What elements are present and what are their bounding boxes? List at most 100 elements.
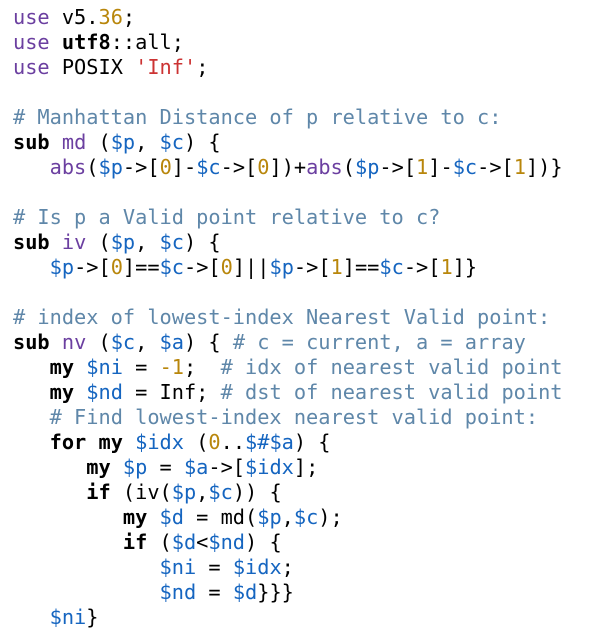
- pragma-token: use: [13, 5, 50, 29]
- code-line: for my $idx (0..$#$a) {: [13, 430, 563, 455]
- variable-token: $c: [208, 480, 233, 504]
- plain-token: (: [183, 430, 209, 454]
- number-token: 0: [257, 155, 270, 179]
- variable-token: $c: [293, 505, 319, 529]
- code-line: # index of lowest-index Nearest Valid po…: [13, 305, 563, 330]
- plain-token: ;: [122, 5, 136, 29]
- variable-token: $c: [110, 330, 136, 354]
- plain-token: ,: [135, 130, 160, 154]
- plain-token: ) {: [183, 330, 233, 354]
- plain-token: ..: [220, 430, 246, 454]
- plain-token: }}}: [257, 580, 294, 604]
- plain-token: ->[: [379, 155, 417, 179]
- variable-token: $p: [269, 255, 294, 279]
- comment-token: # Manhattan Distance of p relative to c:: [13, 105, 502, 129]
- pragma-token: use: [13, 55, 50, 79]
- variable-token: $c: [159, 255, 184, 279]
- plain-token: ;: [281, 555, 294, 579]
- plain-token: ,: [135, 230, 160, 254]
- plain-token: =: [196, 555, 233, 579]
- number-token: 0: [159, 155, 172, 179]
- keyword-token: sub: [13, 130, 50, 154]
- variable-token: $a: [159, 330, 184, 354]
- number-token: 1: [416, 155, 429, 179]
- string-token: 'Inf': [135, 55, 197, 79]
- plain-token: (iv(: [110, 480, 172, 504]
- variable-token: $a: [183, 455, 209, 479]
- plain-token: (: [86, 230, 111, 254]
- plain-token: ->[: [183, 255, 221, 279]
- plain-token: ->[: [74, 255, 111, 279]
- number-token: 0: [110, 255, 123, 279]
- variable-token: $nd: [159, 580, 197, 604]
- plain-token: ])}: [525, 155, 563, 179]
- plain-token: ) {: [245, 530, 282, 554]
- variable-token: $d: [171, 530, 197, 554]
- variable-token: $p: [257, 505, 282, 529]
- number-token: -1: [159, 355, 184, 379]
- code-line: use v5.36;: [13, 5, 563, 30]
- plain-token: ->[: [477, 155, 514, 179]
- comment-token: # c = current, a = array: [232, 330, 526, 354]
- variable-token: $d: [232, 580, 258, 604]
- code-line: use POSIX 'Inf';: [13, 55, 563, 80]
- plain-token: v5.: [49, 5, 99, 29]
- code-line: # Is p a Valid point relative to c?: [13, 205, 563, 230]
- comment-token: # Is p a Valid point relative to c?: [13, 205, 441, 229]
- variable-token: $p: [171, 480, 197, 504]
- keyword-token: if: [86, 480, 111, 504]
- plain-token: (: [342, 155, 355, 179]
- code-line: my $nd = Inf; # dst of nearest valid poi…: [13, 380, 563, 405]
- plain-token: ]==: [122, 255, 160, 279]
- variable-token: $c: [159, 230, 184, 254]
- keyword-token: my: [122, 505, 148, 529]
- function-token: md: [61, 130, 87, 154]
- variable-token: $c: [159, 130, 184, 154]
- variable-token: $p: [110, 130, 136, 154]
- plain-token: ->[: [220, 155, 258, 179]
- code-line: use utf8::all;: [13, 30, 563, 55]
- plain-token: ->[: [122, 155, 160, 179]
- code-line: sub nv ($c, $a) { # c = current, a = arr…: [13, 330, 563, 355]
- code-line: sub md ($p, $c) {: [13, 130, 563, 155]
- plain-token: ::all;: [110, 30, 184, 54]
- plain-token: (: [147, 530, 172, 554]
- code-line: $nd = $d}}}: [13, 580, 563, 605]
- function-token: iv: [61, 230, 87, 254]
- plain-token: (: [86, 155, 99, 179]
- code-line: abs($p->[0]-$c->[0])+abs($p->[1]-$c->[1]…: [13, 155, 563, 180]
- variable-token: $p: [122, 455, 148, 479]
- variable-token: $p: [110, 230, 136, 254]
- plain-token: ]}: [452, 255, 478, 279]
- plain-token: )) {: [232, 480, 282, 504]
- keyword-token: my: [98, 430, 123, 454]
- plain-token: (: [86, 330, 111, 354]
- variable-token: $p: [49, 255, 75, 279]
- plain-token: ->[: [208, 455, 246, 479]
- variable-token: $c: [196, 155, 221, 179]
- code-line: # Find lowest-index nearest valid point:: [13, 405, 563, 430]
- variable-token: $p: [98, 155, 123, 179]
- plain-token: ) {: [293, 430, 331, 454]
- variable-token: $c: [379, 255, 404, 279]
- comment-token: # index of lowest-index Nearest Valid po…: [13, 305, 551, 329]
- keyword-token: sub: [13, 330, 50, 354]
- variable-token: $#$a: [245, 430, 294, 454]
- keyword-token: utf8: [61, 30, 111, 54]
- plain-token: ->[: [293, 255, 331, 279]
